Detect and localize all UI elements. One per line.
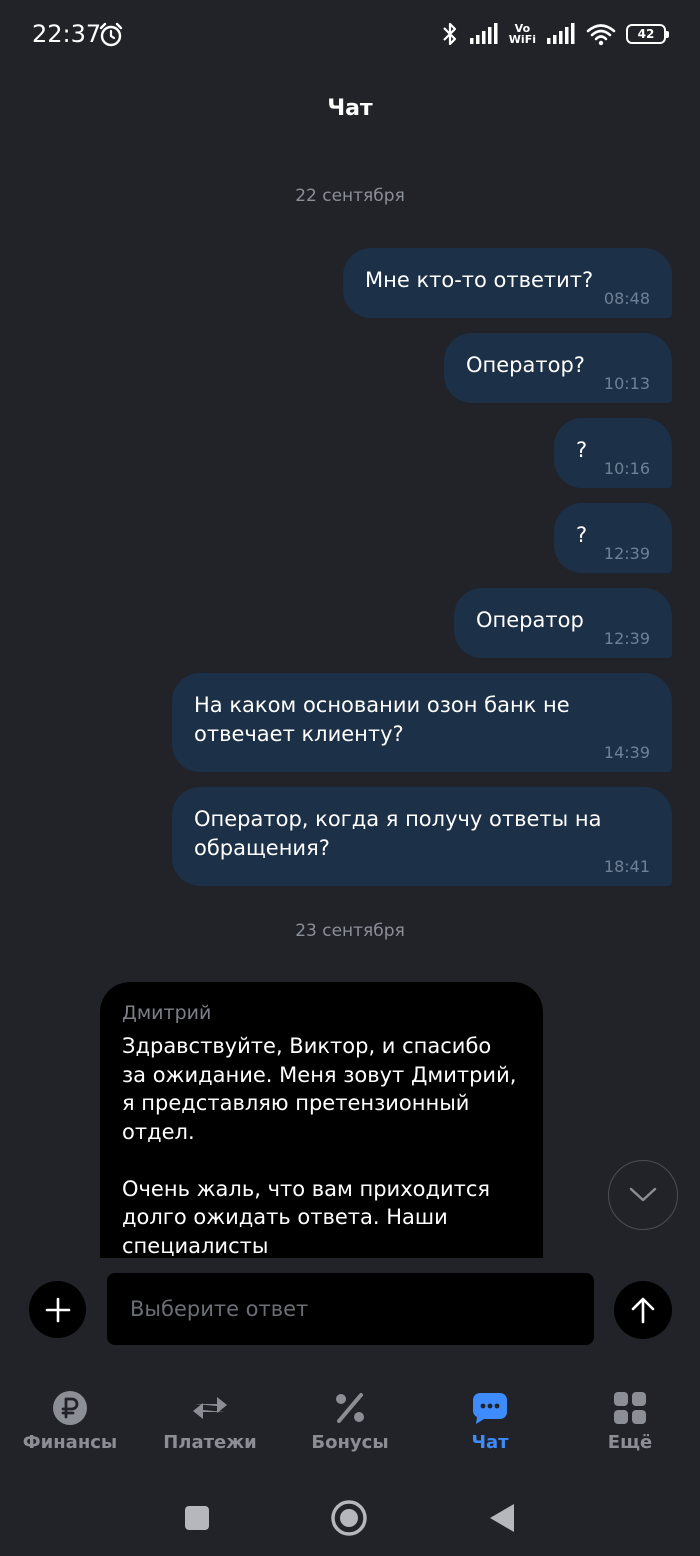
status-time: 22:37	[32, 20, 102, 48]
bluetooth-icon	[443, 22, 456, 46]
nav-item-finances[interactable]: Финансы	[0, 1388, 140, 1453]
chat-bubble-icon	[470, 1388, 510, 1428]
message-text: На каком основании озон банк не отвечает…	[194, 693, 570, 746]
bottom-navigation: Финансы Платежи Бонусы Чат Ещё	[0, 1366, 700, 1480]
incoming-message[interactable]: Дмитрий Здравствуйте, Виктор, и спасибо …	[100, 982, 543, 1258]
battery-level: 42	[637, 27, 655, 41]
attach-button[interactable]	[29, 1281, 86, 1338]
message-time: 18:41	[603, 857, 650, 876]
ruble-icon	[50, 1388, 90, 1428]
transfer-arrows-icon	[190, 1388, 230, 1428]
message-time: 10:16	[603, 459, 650, 478]
outgoing-message[interactable]: Оператор 12:39	[454, 588, 672, 658]
reply-input[interactable]	[128, 1296, 573, 1322]
message-time: 10:13	[603, 374, 650, 393]
chevron-down-icon	[629, 1187, 657, 1202]
send-button[interactable]	[614, 1281, 672, 1339]
nav-label: Платежи	[163, 1432, 257, 1453]
outgoing-message[interactable]: ? 12:39	[554, 503, 672, 573]
wifi-icon	[586, 24, 616, 46]
alarm-icon	[99, 22, 123, 47]
outgoing-message[interactable]: ? 10:16	[554, 418, 672, 488]
vowifi-bottom: WiFi	[508, 33, 536, 46]
percent-icon	[330, 1388, 370, 1428]
circle-icon	[331, 1500, 367, 1536]
message-text: Оператор, когда я получу ответы на обращ…	[194, 807, 602, 860]
sender-name: Дмитрий	[122, 1002, 212, 1024]
chat-messages[interactable]: 22 сентября Мне кто-то ответит? 08:48 Оп…	[0, 150, 700, 1258]
outgoing-message[interactable]: На каком основании озон банк не отвечает…	[172, 673, 672, 772]
nav-label: Финансы	[22, 1432, 118, 1453]
outgoing-message[interactable]: Оператор? 10:13	[444, 333, 672, 403]
recents-button[interactable]	[173, 1494, 221, 1542]
outgoing-message[interactable]: Оператор, когда я получу ответы на обращ…	[172, 787, 672, 886]
grid-icon	[610, 1388, 650, 1428]
square-icon	[185, 1506, 209, 1530]
vowifi-icon: Vo WiFi	[509, 23, 536, 45]
nav-item-more[interactable]: Ещё	[560, 1388, 700, 1453]
nav-item-payments[interactable]: Платежи	[140, 1388, 280, 1453]
nav-item-bonuses[interactable]: Бонусы	[280, 1388, 420, 1453]
nav-label: Чат	[471, 1432, 509, 1453]
message-time: 12:39	[603, 629, 650, 648]
scroll-down-button[interactable]	[608, 1160, 678, 1230]
reply-input-box[interactable]	[107, 1273, 594, 1345]
status-icons: Vo WiFi 42	[441, 20, 669, 48]
outgoing-message[interactable]: Мне кто-то ответит? 08:48	[343, 248, 672, 318]
nav-label: Ещё	[607, 1432, 653, 1453]
signal-icon	[469, 23, 498, 44]
message-time: 14:39	[603, 743, 650, 762]
plus-icon	[45, 1297, 70, 1322]
message-time: 12:39	[603, 544, 650, 563]
arrow-up-icon	[631, 1297, 655, 1324]
back-button[interactable]	[478, 1494, 526, 1542]
battery-icon: 42	[626, 24, 669, 44]
composer	[0, 1258, 700, 1366]
page-title: Чат	[327, 96, 373, 121]
nav-item-chat[interactable]: Чат	[420, 1388, 560, 1453]
status-bar: 22:37 Vo WiFi 42	[0, 0, 700, 70]
date-separator: 23 сентября	[295, 921, 405, 941]
system-navigation	[0, 1480, 700, 1556]
date-separator: 22 сентября	[295, 186, 405, 206]
triangle-back-icon	[490, 1504, 514, 1532]
message-time: 08:48	[603, 289, 650, 308]
nav-label: Бонусы	[311, 1432, 389, 1453]
home-button[interactable]	[325, 1494, 373, 1542]
message-text: Здравствуйте, Виктор, и спасибо за ожида…	[122, 1034, 517, 1258]
signal-icon-2	[547, 23, 575, 44]
